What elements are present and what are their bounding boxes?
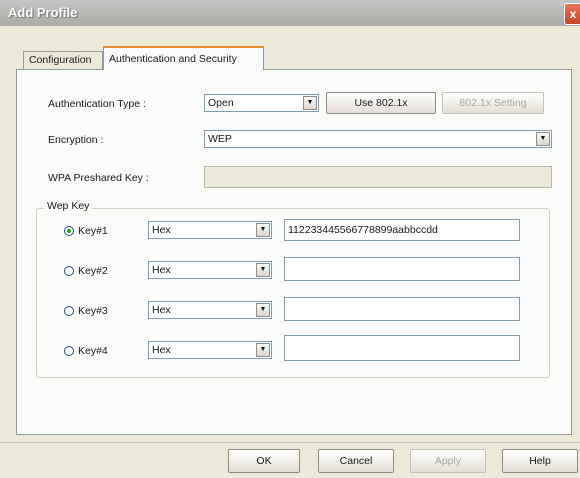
key3-input[interactable] bbox=[284, 297, 520, 321]
cancel-button[interactable]: Cancel bbox=[318, 449, 394, 473]
key3-label: Key#3 bbox=[78, 305, 108, 317]
key2-format-select[interactable]: Hex ▼ bbox=[148, 261, 272, 279]
key1-radio[interactable] bbox=[64, 226, 74, 236]
ok-button[interactable]: OK bbox=[228, 449, 300, 473]
chevron-down-icon[interactable]: ▼ bbox=[256, 223, 270, 237]
key4-format-value: Hex bbox=[152, 344, 171, 356]
authentication-type-value: Open bbox=[208, 97, 234, 109]
window-title: Add Profile bbox=[8, 5, 78, 20]
encryption-label: Encryption : bbox=[48, 134, 104, 146]
key3-radio[interactable] bbox=[64, 306, 74, 316]
tab-authentication-and-security[interactable]: Authentication and Security bbox=[103, 46, 264, 70]
wpa-preshared-key-input[interactable] bbox=[204, 166, 552, 188]
key1-label: Key#1 bbox=[78, 225, 108, 237]
key1-input[interactable]: 112233445566778899aabbccdd bbox=[284, 219, 520, 241]
key4-label: Key#4 bbox=[78, 345, 108, 357]
authentication-type-select[interactable]: Open ▼ bbox=[204, 94, 319, 112]
title-bar[interactable]: Add Profile x bbox=[0, 0, 580, 26]
wpa-preshared-key-label: WPA Preshared Key : bbox=[48, 172, 149, 184]
key4-format-select[interactable]: Hex ▼ bbox=[148, 341, 272, 359]
chevron-down-icon[interactable]: ▼ bbox=[536, 132, 550, 146]
chevron-down-icon[interactable]: ▼ bbox=[256, 303, 270, 317]
tab-configuration[interactable]: Configuration bbox=[23, 51, 103, 69]
key3-format-value: Hex bbox=[152, 304, 171, 316]
8021x-setting-button[interactable]: 802.1x Setting bbox=[442, 92, 544, 114]
chevron-down-icon[interactable]: ▼ bbox=[256, 263, 270, 277]
wep-key-group-label: Wep Key bbox=[44, 200, 93, 212]
chevron-down-icon[interactable]: ▼ bbox=[256, 343, 270, 357]
footer-divider bbox=[0, 442, 580, 443]
apply-button[interactable]: Apply bbox=[410, 449, 486, 473]
key1-format-value: Hex bbox=[152, 224, 171, 236]
close-icon: x bbox=[569, 7, 577, 21]
key2-label: Key#2 bbox=[78, 265, 108, 277]
key3-format-select[interactable]: Hex ▼ bbox=[148, 301, 272, 319]
close-button[interactable]: x bbox=[564, 3, 580, 25]
encryption-value: WEP bbox=[208, 133, 232, 145]
authentication-type-label: Authentication Type : bbox=[48, 98, 146, 110]
key2-input[interactable] bbox=[284, 257, 520, 281]
key2-radio[interactable] bbox=[64, 266, 74, 276]
key1-format-select[interactable]: Hex ▼ bbox=[148, 221, 272, 239]
key2-format-value: Hex bbox=[152, 264, 171, 276]
add-profile-dialog: Add Profile x Configuration Authenticati… bbox=[0, 0, 580, 478]
key4-input[interactable] bbox=[284, 335, 520, 361]
help-button[interactable]: Help bbox=[502, 449, 578, 473]
encryption-select[interactable]: WEP ▼ bbox=[204, 130, 552, 148]
use-8021x-button[interactable]: Use 802.1x bbox=[326, 92, 436, 114]
chevron-down-icon[interactable]: ▼ bbox=[303, 96, 317, 110]
key4-radio[interactable] bbox=[64, 346, 74, 356]
